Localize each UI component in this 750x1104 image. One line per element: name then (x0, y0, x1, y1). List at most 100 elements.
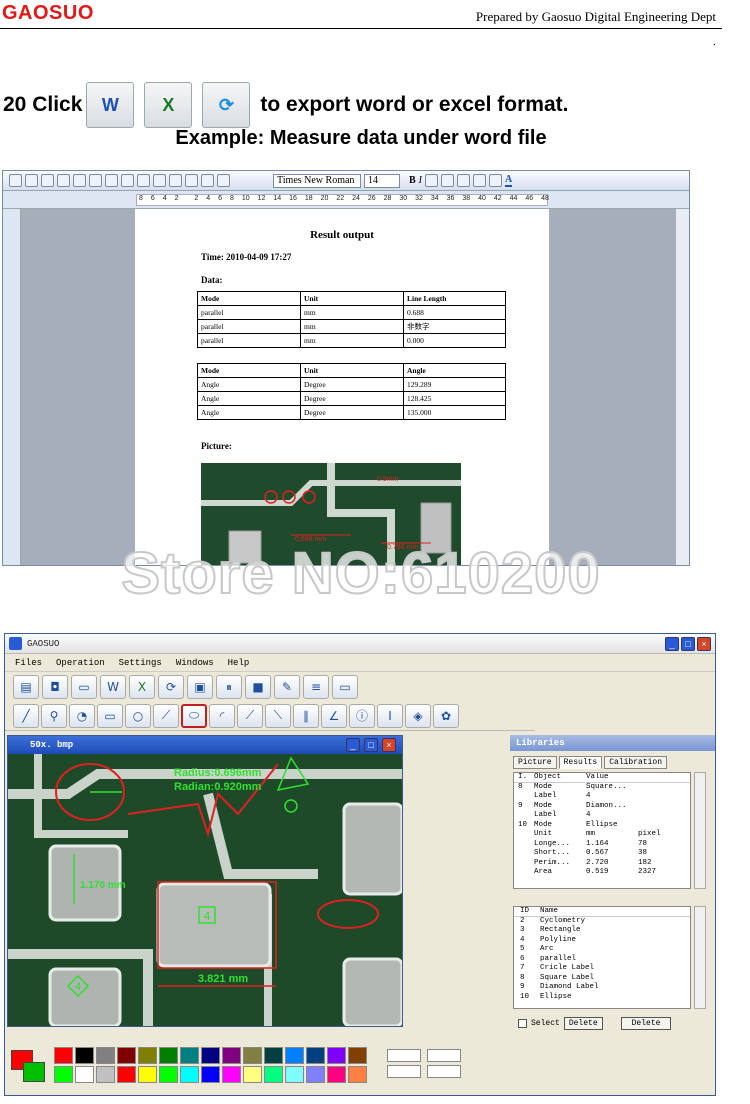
results-row[interactable]: Unit mm pixel (514, 830, 690, 840)
save-icon[interactable]: ▣ (187, 675, 213, 699)
color-swatch[interactable] (96, 1047, 115, 1064)
line-style-thick[interactable] (387, 1065, 421, 1078)
objects-scrollbar[interactable] (694, 906, 706, 1009)
indent-icon[interactable] (489, 174, 503, 187)
refresh-export-icon[interactable]: ⟳ (202, 82, 251, 128)
color-swatch[interactable] (243, 1066, 262, 1083)
color-swatch[interactable] (54, 1047, 73, 1064)
word-export-icon[interactable]: W (100, 675, 126, 699)
save-icon[interactable] (41, 174, 54, 187)
ellipse-tool-icon[interactable]: ⬭ (181, 703, 207, 728)
color-swatch[interactable] (159, 1047, 178, 1064)
redo-icon[interactable] (185, 174, 198, 187)
color-swatch[interactable] (54, 1066, 73, 1083)
camera-icon[interactable]: ◘ (42, 675, 68, 699)
paste-icon[interactable] (153, 174, 166, 187)
color-swatch[interactable] (222, 1066, 241, 1083)
select-checkbox[interactable] (518, 1019, 527, 1028)
zoom-tool-icon[interactable]: ⚲ (41, 703, 67, 728)
color-swatch[interactable] (222, 1047, 241, 1064)
results-row[interactable]: 10 Mode Ellipse (514, 821, 690, 831)
bold-button[interactable]: B (409, 175, 416, 186)
results-row[interactable]: Label 4 (514, 811, 690, 821)
italic-button[interactable]: I (419, 175, 422, 186)
settings-wrench-icon[interactable]: ✎ (274, 675, 300, 699)
columns-icon[interactable] (217, 174, 230, 187)
measurement-canvas[interactable]: 4 4 Radius:0.696mm Radian:0.920mm 1.170 … (8, 754, 402, 1026)
menu-files[interactable]: Files (15, 658, 42, 668)
objects-list[interactable]: ID Name 2 Cyclometry 3 Rectangle 4 Polyline 5 Arc… (513, 906, 691, 1009)
excel-export-icon[interactable]: X (129, 675, 155, 699)
color-swatch[interactable] (180, 1066, 199, 1083)
color-swatch[interactable] (285, 1047, 304, 1064)
color-swatch[interactable] (138, 1047, 157, 1064)
minimize-button[interactable]: _ (665, 637, 679, 651)
delete-button-1[interactable]: Delete (563, 1017, 603, 1030)
sub-close-button[interactable]: × (382, 738, 396, 752)
tab-picture[interactable]: Picture (513, 756, 557, 769)
results-scrollbar[interactable] (694, 772, 706, 889)
results-row[interactable]: Short... 0.567 38 (514, 849, 690, 859)
color-swatch[interactable] (264, 1047, 283, 1064)
color-swatch[interactable] (180, 1047, 199, 1064)
permission-icon[interactable] (57, 174, 70, 187)
color-swatch[interactable] (138, 1066, 157, 1083)
results-row[interactable]: Area 0.519 2327 (514, 868, 690, 878)
results-list[interactable]: I. Object Value 8 Mode Square... Label 4 9 Mode Di… (513, 772, 691, 889)
color-swatch[interactable] (201, 1066, 220, 1083)
objects-header-row[interactable]: ID Name (514, 907, 690, 917)
undo-icon[interactable] (169, 174, 182, 187)
delete-button-2[interactable]: Delete (620, 1017, 672, 1030)
results-header-row[interactable]: I. Object Value (514, 773, 690, 783)
results-row[interactable]: Perim... 2.720 182 (514, 859, 690, 869)
color-swatch[interactable] (285, 1066, 304, 1083)
cut-icon[interactable] (121, 174, 134, 187)
objects-row[interactable]: 7 Cricle Label (514, 964, 690, 974)
color-swatch[interactable] (306, 1066, 325, 1083)
refresh-icon[interactable]: ⟳ (158, 675, 184, 699)
circle-label-icon[interactable]: ⓘ (349, 703, 375, 728)
objects-row[interactable]: 2 Cyclometry (514, 917, 690, 927)
objects-row[interactable]: 3 Rectangle (514, 926, 690, 936)
results-row[interactable]: Label 4 (514, 792, 690, 802)
spelling-icon[interactable] (105, 174, 118, 187)
copy-icon[interactable] (137, 174, 150, 187)
close-button[interactable]: × (697, 637, 711, 651)
results-row[interactable]: 9 Mode Diamon... (514, 802, 690, 812)
pause-icon[interactable]: ⏸ (216, 675, 242, 699)
tab-calibration[interactable]: Calibration (604, 756, 668, 769)
menu-settings[interactable]: Settings (119, 658, 162, 668)
sub-minimize-button[interactable]: _ (346, 738, 360, 752)
color-swatch[interactable] (96, 1066, 115, 1083)
open-icon[interactable] (25, 174, 38, 187)
point-line-tool-icon[interactable]: ⟍ (265, 703, 291, 728)
results-row[interactable]: 8 Mode Square... (514, 783, 690, 793)
open-folder-icon[interactable]: ▭ (71, 675, 97, 699)
color-swatch[interactable] (75, 1047, 94, 1064)
sub-maximize-button[interactable]: □ (364, 738, 378, 752)
font-size-select[interactable]: 14 (364, 173, 400, 188)
color-swatch[interactable] (201, 1047, 220, 1064)
distance-tool-icon[interactable]: ⟋ (237, 703, 263, 728)
current-color-swatch[interactable] (11, 1050, 47, 1084)
maximize-button[interactable]: □ (681, 637, 695, 651)
color-palette-icon[interactable]: ✿ (433, 703, 459, 728)
print-icon[interactable] (73, 174, 86, 187)
word-export-icon[interactable]: W (86, 82, 135, 128)
color-swatch[interactable] (348, 1047, 367, 1064)
color-swatch[interactable] (243, 1047, 262, 1064)
rectangle-tool-icon[interactable]: ▭ (97, 703, 123, 728)
align-left-icon[interactable] (425, 174, 439, 187)
objects-row[interactable]: 6 parallel (514, 955, 690, 965)
parallel-tool-icon[interactable]: ∥ (293, 703, 319, 728)
font-name-select[interactable]: Times New Roman (273, 173, 361, 188)
line-style-dashed[interactable] (427, 1065, 461, 1078)
align-justify-icon[interactable] (441, 174, 455, 187)
color-swatch[interactable] (264, 1066, 283, 1083)
color-swatch[interactable] (348, 1066, 367, 1083)
font-color-button[interactable]: A (505, 174, 513, 187)
menu-windows[interactable]: Windows (176, 658, 214, 668)
line-style-thin[interactable] (387, 1049, 421, 1062)
calibration-icon[interactable]: ▭ (332, 675, 358, 699)
objects-row[interactable]: 8 Square Label (514, 974, 690, 984)
